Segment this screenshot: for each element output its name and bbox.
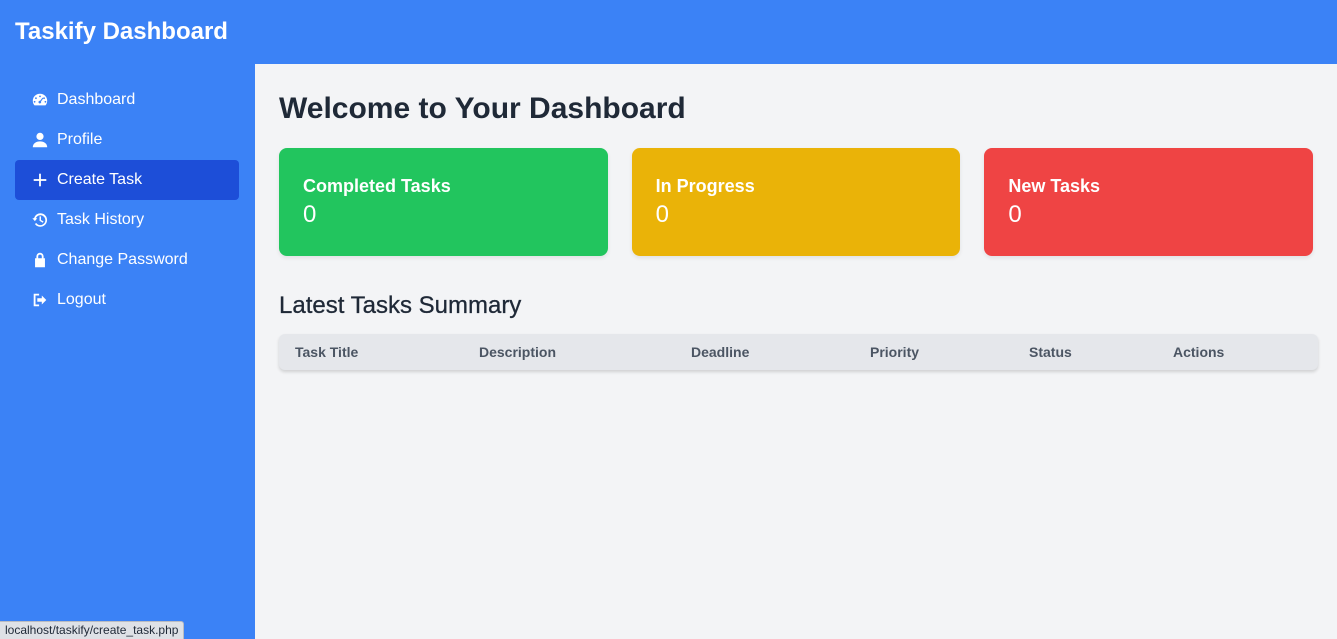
lock-icon bbox=[31, 251, 49, 269]
column-header-description: Description bbox=[479, 344, 557, 360]
column-header-status: Status bbox=[1029, 344, 1072, 360]
status-bar-url: localhost/taskify/create_task.php bbox=[0, 621, 185, 639]
card-value: 0 bbox=[303, 201, 317, 228]
tasks-table: Task Title Description Deadline Priority… bbox=[279, 334, 1318, 370]
sidebar-item-task-history[interactable]: Task History bbox=[15, 200, 239, 240]
top-header: Taskify Dashboard bbox=[0, 0, 1337, 64]
card-label: New Tasks bbox=[1008, 176, 1101, 196]
history-icon bbox=[31, 211, 49, 229]
dashboard-icon bbox=[31, 91, 49, 109]
main-content: Welcome to Your Dashboard Completed Task… bbox=[255, 64, 1337, 639]
card-value: 0 bbox=[1008, 201, 1022, 228]
new-tasks-card: New Tasks 0 bbox=[984, 148, 1314, 256]
sidebar-item-label: Task History bbox=[57, 211, 145, 228]
sidebar-item-dashboard[interactable]: Dashboard bbox=[15, 80, 239, 120]
column-header-priority: Priority bbox=[870, 344, 920, 360]
sidebar-item-logout[interactable]: Logout bbox=[15, 280, 239, 320]
stats-cards: Completed Tasks 0 In Progress 0 New Task… bbox=[279, 148, 1314, 256]
sidebar-item-profile[interactable]: Profile bbox=[15, 120, 239, 160]
sidebar-item-label: Logout bbox=[57, 291, 106, 308]
page-title: Welcome to Your Dashboard bbox=[279, 92, 686, 125]
sidebar-item-create-task[interactable]: Create Task bbox=[15, 160, 239, 200]
column-header-deadline: Deadline bbox=[691, 344, 750, 360]
sidebar-item-label: Create Task bbox=[57, 171, 143, 188]
sidebar-item-label: Dashboard bbox=[57, 91, 136, 108]
card-label: Completed Tasks bbox=[303, 176, 451, 196]
sidebar-item-label: Profile bbox=[57, 131, 103, 148]
app-title: Taskify Dashboard bbox=[15, 18, 228, 45]
sidebar: Dashboard Profile Create Task Task Histo… bbox=[0, 64, 255, 639]
card-value: 0 bbox=[655, 201, 670, 228]
section-title: Latest Tasks Summary bbox=[279, 292, 522, 319]
column-header-task-title: Task Title bbox=[295, 344, 359, 360]
in-progress-card: In Progress 0 bbox=[631, 148, 961, 256]
logout-icon bbox=[31, 291, 49, 309]
card-label: In Progress bbox=[655, 176, 755, 196]
column-header-actions: Actions bbox=[1173, 344, 1225, 360]
sidebar-item-label: Change Password bbox=[57, 251, 188, 268]
user-icon bbox=[31, 131, 49, 149]
sidebar-item-change-password[interactable]: Change Password bbox=[15, 240, 239, 280]
completed-tasks-card: Completed Tasks 0 bbox=[279, 148, 608, 256]
plus-icon bbox=[31, 171, 49, 189]
